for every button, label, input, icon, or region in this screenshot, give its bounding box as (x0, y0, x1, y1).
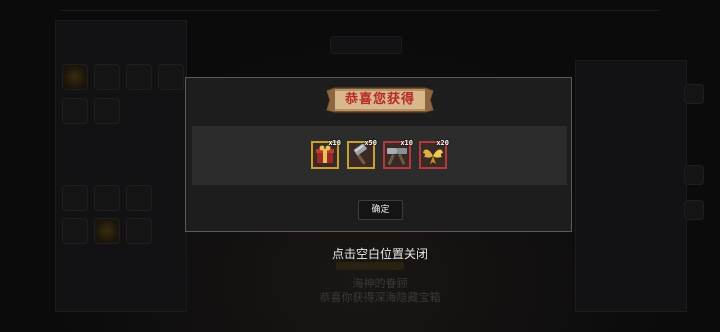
bg-side-icon (684, 200, 704, 220)
confirm-button[interactable]: 确定 (358, 200, 403, 220)
bg-inventory-slot (126, 64, 152, 90)
bg-inventory-slot (94, 98, 120, 124)
bg-top-tab (330, 36, 402, 54)
bg-inventory-slot (62, 98, 88, 124)
reward-list: x10 x50 x10 x20 (192, 126, 567, 185)
bg-event-message: 恭喜你获得深海隐藏宝箱 (319, 291, 441, 304)
bg-inventory-slot (94, 218, 120, 244)
reward-item[interactable]: x20 (419, 139, 449, 169)
reward-item[interactable]: x10 (311, 139, 341, 169)
bg-inventory-slot (126, 218, 152, 244)
bg-inventory-slot (62, 185, 88, 211)
bg-inventory-slot (126, 185, 152, 211)
bg-inventory-slot (62, 64, 88, 90)
reward-item[interactable]: x10 (383, 139, 413, 169)
reward-item[interactable]: x50 (347, 139, 377, 169)
steel-hammer-icon (353, 144, 367, 165)
reward-quantity: x10 (328, 139, 341, 147)
reward-quantity: x20 (436, 139, 449, 147)
dialog-title: 恭喜您获得 (344, 92, 415, 107)
bg-side-icon (684, 165, 704, 185)
bg-inventory-slot (94, 64, 120, 90)
top-bar-divider (60, 10, 660, 11)
title-banner: 恭喜您获得 (323, 85, 437, 115)
golden-wings-icon (423, 149, 443, 164)
reward-quantity: x50 (364, 139, 377, 147)
bg-side-icon (684, 84, 704, 104)
bg-inventory-slot (94, 185, 120, 211)
double-hammer-icon (387, 148, 407, 166)
bg-inventory-slot (158, 64, 184, 90)
tap-to-close-hint: 点击空白位置关闭 (331, 247, 428, 261)
red-gift-box-icon (316, 145, 334, 163)
bg-progress-bar (336, 262, 404, 270)
reward-quantity: x10 (400, 139, 413, 147)
reward-dialog: 恭喜您获得 x10 x50 x10 x20 确定 (185, 77, 572, 232)
right-side-panel (575, 60, 687, 312)
bg-inventory-slot (62, 218, 88, 244)
